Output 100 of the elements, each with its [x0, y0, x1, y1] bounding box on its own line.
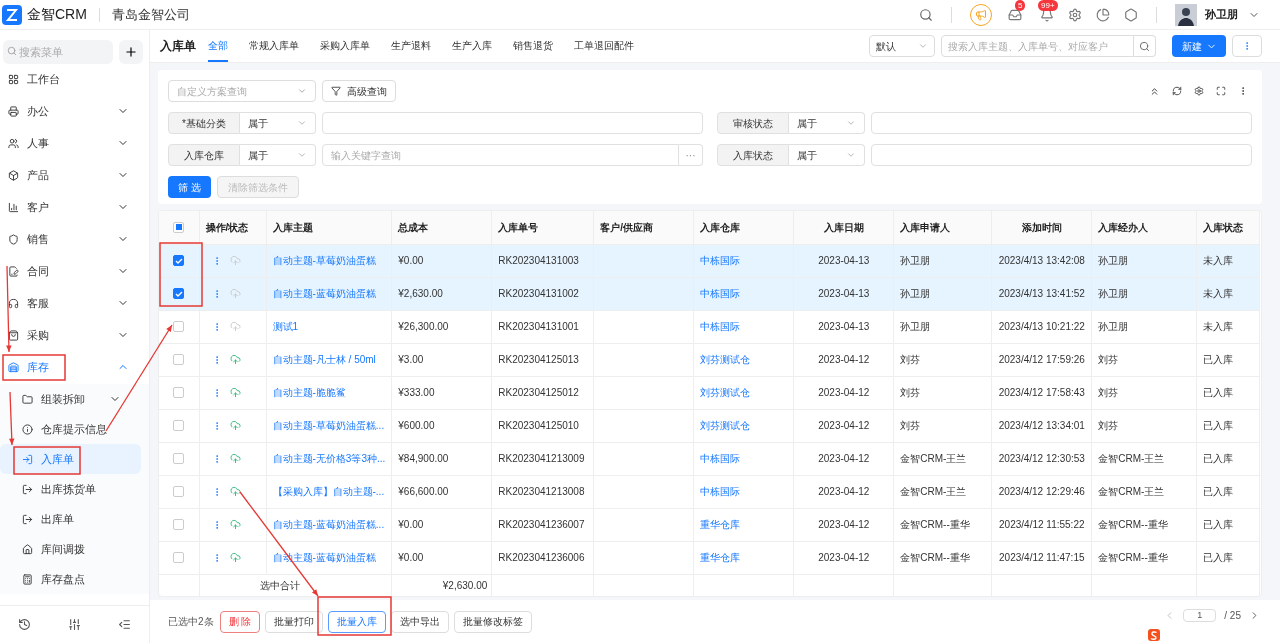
inbox-icon[interactable] — [1008, 7, 1022, 22]
new-button[interactable]: 新建 — [1172, 35, 1226, 57]
cloud-upload-icon[interactable] — [229, 354, 241, 365]
settings-icon[interactable] — [1068, 7, 1082, 22]
subject-link[interactable]: 自动主题-草莓奶油蛋糕 — [266, 244, 392, 277]
sidebar-item[interactable]: 库存盘点 — [0, 564, 141, 594]
hexagon-icon[interactable] — [1124, 7, 1138, 22]
sliders-icon[interactable] — [68, 618, 81, 631]
subject-link[interactable]: 自动主题-草莓奶油蛋糕... — [266, 409, 392, 442]
tab[interactable]: 生产入库 — [452, 30, 492, 62]
checkbox[interactable] — [173, 255, 185, 266]
sidebar-item[interactable]: 客户 — [0, 192, 149, 222]
warehouse-link[interactable]: 中栋国际 — [693, 310, 794, 343]
subject-link[interactable]: 测试1 — [266, 310, 392, 343]
warehouse-link[interactable]: 中栋国际 — [693, 244, 794, 277]
checkbox[interactable] — [173, 486, 185, 497]
filter-value-field[interactable]: 输入关键字查询 — [322, 144, 679, 166]
checkbox[interactable] — [173, 453, 185, 464]
table-row[interactable]: 自动主题-脆脆鲨 ¥333.00 RK202304125012 刘芬测试仓 2023-04-12 刘芬 2023/4/12 17:58:43 刘芬 已入库 — [159, 376, 1260, 409]
action-button[interactable]: 删 除 — [219, 610, 261, 633]
filter-value-field[interactable] — [322, 112, 703, 134]
table-row[interactable]: 自动主题-蓝莓奶油蛋糕... ¥0.00 RK2023041236007 重华仓库 2023-04-12 金智CRM--重华 2023/4/12 11:55:22 金智CRM--重华 已入库 — [159, 508, 1260, 541]
action-button[interactable]: 批量打印 — [265, 610, 324, 633]
sidebar-item[interactable]: 组装拆卸 — [0, 384, 141, 414]
tab[interactable]: 采购入库单 — [320, 30, 370, 62]
history-icon[interactable] — [18, 618, 32, 631]
collapse-icon[interactable] — [1149, 85, 1160, 97]
tab[interactable]: 常规入库单 — [249, 30, 299, 62]
sidebar-item[interactable]: 库间调拨 — [0, 534, 141, 564]
subject-link[interactable]: 自动主题-脆脆鲨 — [266, 376, 392, 409]
sidebar-item[interactable]: 人事 — [0, 128, 149, 158]
cloud-upload-icon[interactable] — [229, 519, 241, 530]
tab[interactable]: 销售退货 — [513, 30, 553, 62]
advanced-query-button[interactable]: 高级查询 — [322, 80, 396, 102]
refresh-icon[interactable] — [1172, 86, 1182, 96]
table-row[interactable]: 自动主题-草莓奶油蛋糕... ¥600.00 RK202304125010 刘芬测试仓 2023-04-12 刘芬 2023/4/12 13:34:01 刘芬 已入库 — [159, 409, 1260, 442]
warehouse-link[interactable]: 中栋国际 — [693, 277, 794, 310]
sidebar-item[interactable]: 出库拣货单 — [0, 474, 141, 504]
search-button[interactable] — [1134, 35, 1156, 57]
page-field[interactable]: 1 — [1183, 609, 1217, 622]
sidebar-item[interactable]: 办公 — [0, 96, 149, 126]
subject-link[interactable]: 自动主题-无价格3等3种... — [266, 442, 392, 475]
filter-button[interactable]: 筛 选 — [168, 176, 211, 198]
operator-select[interactable]: 属于 — [789, 112, 865, 134]
table-row[interactable]: 自动主题-草莓奶油蛋糕 ¥0.00 RK202304131003 中栋国际 2023-04-13 孙卫朋 2023/4/13 13:42:08 孙卫朋 未入库 — [159, 244, 1260, 277]
sidebar-item[interactable]: 产品 — [0, 160, 149, 190]
table-row[interactable]: 自动主题-凡士林 / 50ml ¥3.00 RK202304125013 刘芬测试仓 2023-04-12 刘芬 2023/4/12 17:59:26 刘芬 已入库 — [159, 343, 1260, 376]
sidebar-item[interactable]: 入库单 — [0, 444, 141, 474]
filter-value-field[interactable] — [871, 144, 1252, 166]
cloud-upload-icon[interactable] — [229, 321, 241, 332]
subject-link[interactable]: 自动主题-蓝莓奶油蛋糕 — [266, 277, 392, 310]
settings-icon[interactable] — [1194, 86, 1204, 96]
picker-button[interactable]: ··· — [679, 144, 703, 166]
checkbox[interactable] — [173, 519, 185, 530]
table-row[interactable]: 自动主题-无价格3等3种... ¥84,900.00 RK2023041213009 中栋国际 2023-04-12 金智CRM-王兰 2023/4/12 12:30:53 金智CRM-王兰 已入库 — [159, 442, 1260, 475]
cloud-upload-icon[interactable] — [229, 288, 241, 299]
more-button[interactable] — [1232, 35, 1262, 57]
warehouse-link[interactable]: 刘芬测试仓 — [693, 409, 794, 442]
action-button[interactable]: 批量修改标签 — [454, 610, 533, 633]
view-select[interactable]: 默认 — [869, 35, 935, 57]
cloud-upload-icon[interactable] — [229, 255, 241, 266]
subject-link[interactable]: 自动主题-凡士林 / 50ml — [266, 343, 392, 376]
fullscreen-icon[interactable] — [1216, 86, 1226, 96]
add-button[interactable] — [119, 39, 143, 64]
sidebar-item[interactable]: 仓库提示信息 — [0, 414, 141, 444]
tab[interactable]: 工单退回配件 — [574, 30, 634, 62]
tab[interactable]: 生产退料 — [391, 30, 431, 62]
tab[interactable]: 全部 — [208, 30, 228, 62]
checkbox[interactable] — [173, 552, 185, 563]
action-button[interactable]: 选中导出 — [391, 610, 450, 633]
sidebar-item[interactable]: 合同 — [0, 256, 149, 286]
collapse-menu-icon[interactable] — [117, 618, 131, 631]
operator-select[interactable]: 属于 — [240, 144, 316, 166]
cloud-upload-icon[interactable] — [229, 486, 241, 497]
cloud-upload-icon[interactable] — [229, 387, 241, 398]
warehouse-link[interactable]: 中栋国际 — [693, 442, 794, 475]
search-icon[interactable] — [919, 7, 933, 22]
filter-value-field[interactable] — [871, 112, 1252, 134]
table-row[interactable]: 测试1 ¥26,300.00 RK202304131001 中栋国际 2023-04-13 孙卫朋 2023/4/13 10:21:22 孙卫朋 未入库 — [159, 310, 1260, 343]
warehouse-link[interactable]: 重华仓库 — [693, 541, 794, 574]
checkbox[interactable] — [173, 321, 185, 332]
table-row[interactable]: 自动主题-蓝莓奶油蛋糕 ¥2,630.00 RK202304131002 中栋国际 2023-04-13 孙卫朋 2023/4/13 13:41:52 孙卫朋 未入库 — [159, 277, 1260, 310]
action-button[interactable]: 批量入库 — [328, 610, 387, 633]
table-row[interactable]: 【采购入库】自动主题-... ¥66,600.00 RK2023041213008 中栋国际 2023-04-12 金智CRM-王兰 2023/4/12 12:29:46 金智CRM-王兰 已入库 — [159, 475, 1260, 508]
operator-select[interactable]: 属于 — [789, 144, 865, 166]
cloud-upload-icon[interactable] — [229, 552, 241, 563]
cloud-upload-icon[interactable] — [229, 420, 241, 431]
menu-search-field[interactable]: 搜索菜单 — [3, 40, 113, 64]
checkbox[interactable] — [173, 354, 185, 365]
warehouse-link[interactable]: 刘芬测试仓 — [693, 343, 794, 376]
sidebar-item[interactable]: 采购 — [0, 320, 149, 350]
search-field[interactable]: 搜索入库主题、入库单号、对应客户 — [941, 35, 1134, 57]
subject-link[interactable]: 自动主题-蓝莓奶油蛋糕... — [266, 508, 392, 541]
sidebar-item[interactable]: 工作台 — [0, 64, 149, 94]
checkbox[interactable] — [173, 420, 185, 431]
sidebar-item[interactable]: 库存 — [0, 352, 149, 382]
sidebar-item[interactable]: 销售 — [0, 224, 149, 254]
operator-select[interactable]: 属于 — [240, 112, 316, 134]
cloud-upload-icon[interactable] — [229, 453, 241, 464]
pie-chart-icon[interactable] — [1096, 7, 1110, 22]
